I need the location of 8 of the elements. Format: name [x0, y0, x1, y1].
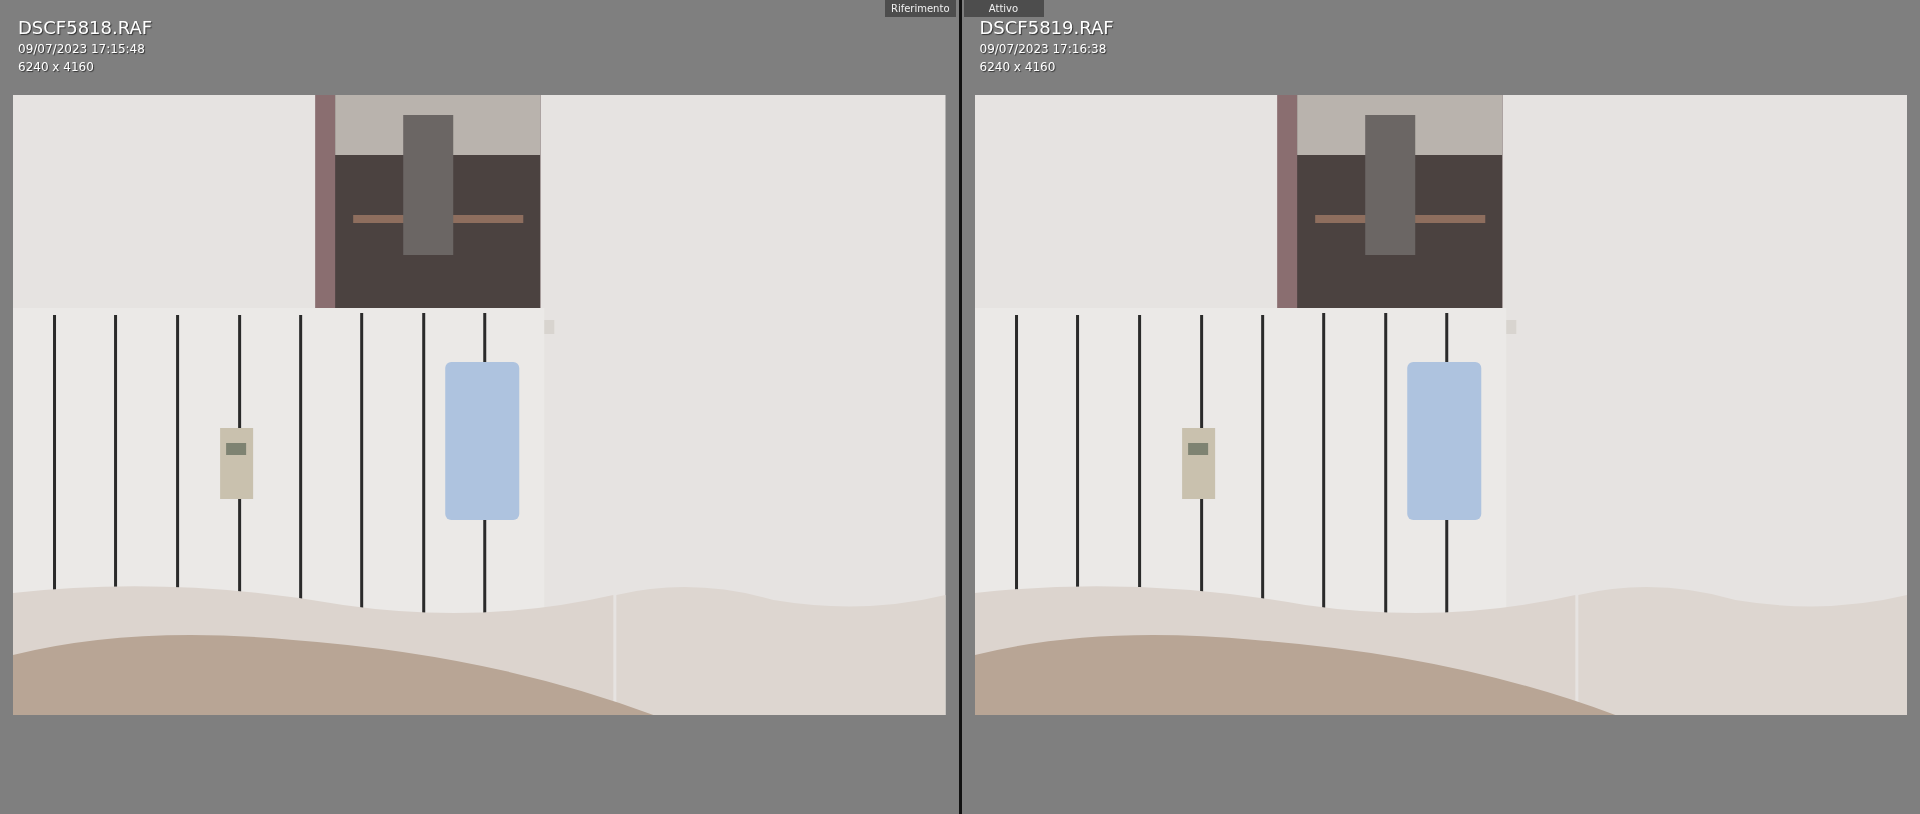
- file-name: DSCF5818.RAF: [18, 17, 154, 39]
- capture-date: 09/07/2023 17:16:38: [979, 42, 1108, 57]
- view-label: Attivo: [963, 0, 1044, 17]
- capture-date: 09/07/2023 17:15:48: [18, 42, 146, 57]
- file-name: DSCF5819.RAF: [979, 17, 1115, 39]
- image-dimensions: 6240 x 4160: [18, 60, 95, 75]
- view-label: Riferimento: [884, 0, 956, 17]
- image-dimensions: 6240 x 4160: [979, 60, 1057, 75]
